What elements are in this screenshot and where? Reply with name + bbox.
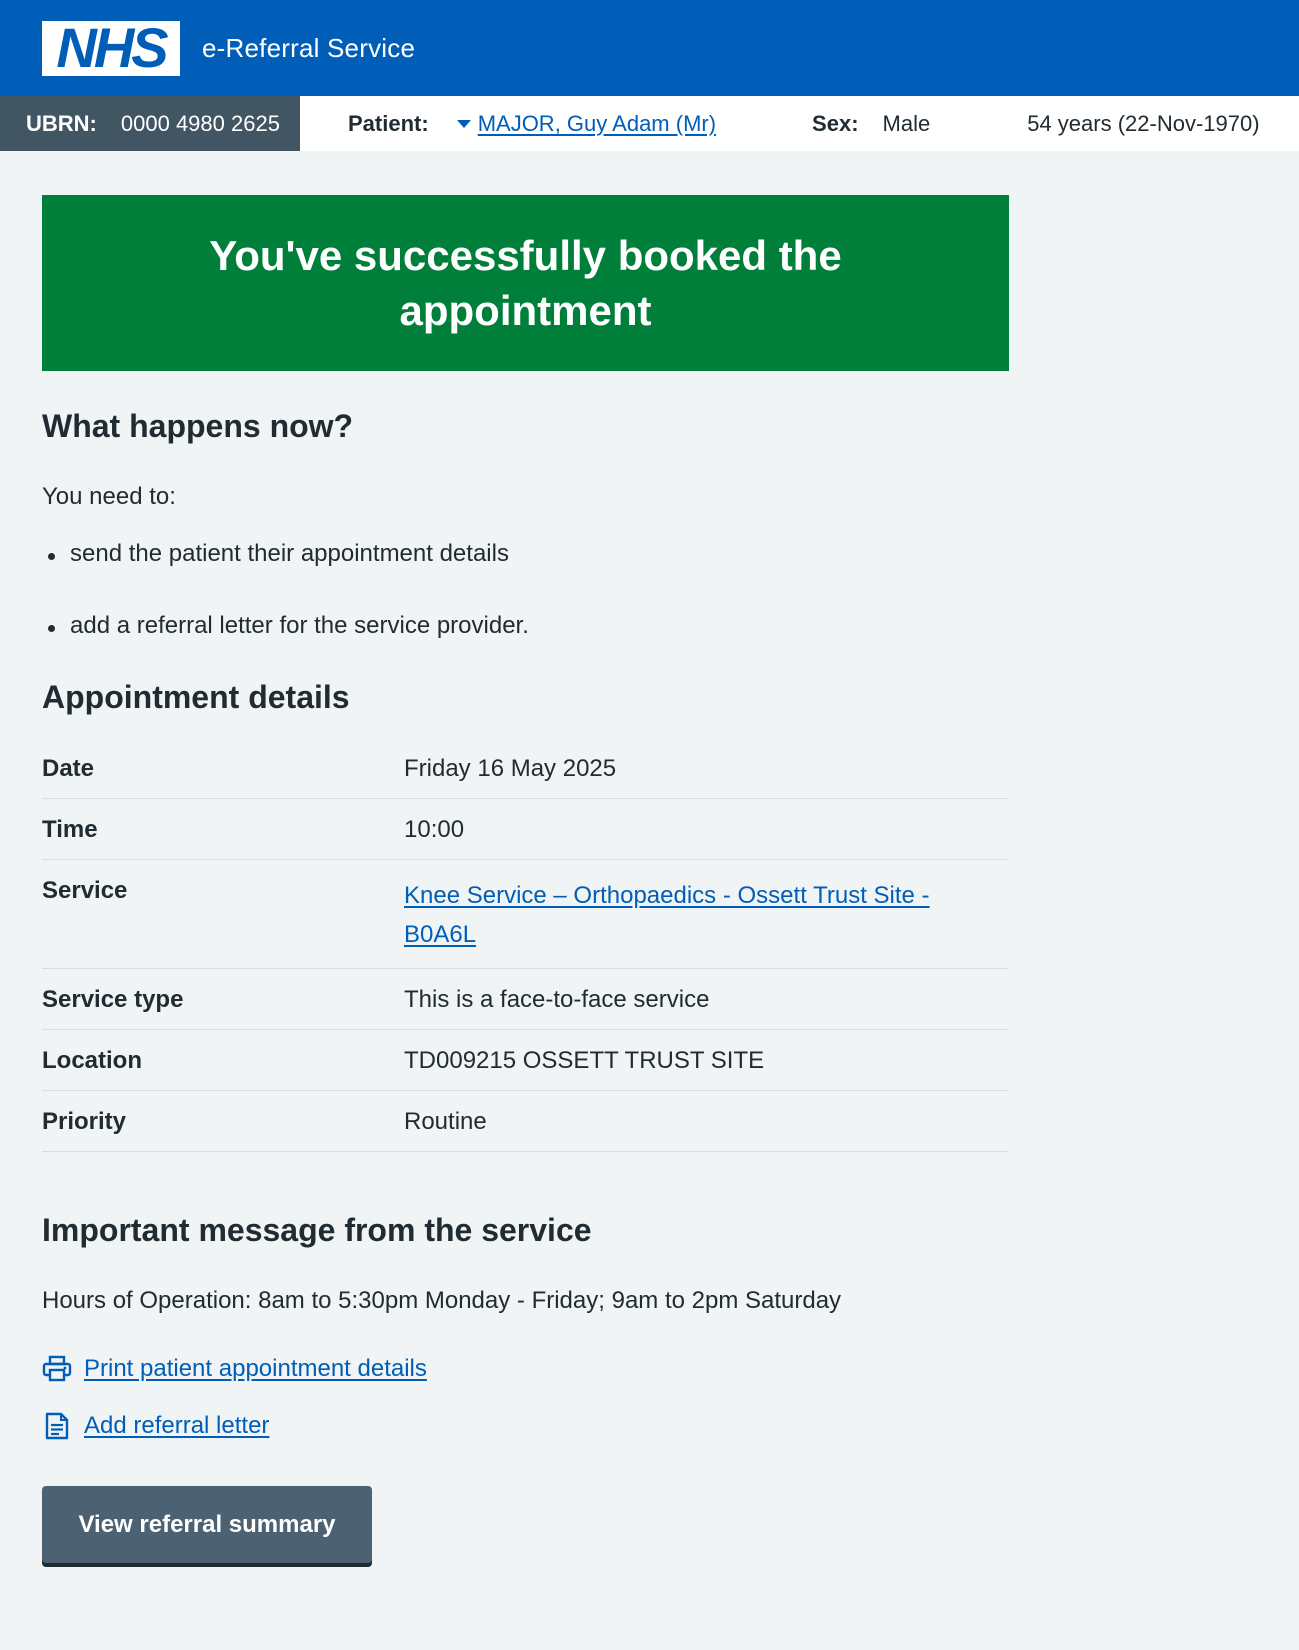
referral-letter-action: Add referral letter: [42, 1411, 1050, 1441]
row-label-location: Location: [42, 1047, 142, 1074]
sex-section: Sex: Male: [812, 111, 930, 137]
success-title: You've successfully booked the appointme…: [209, 232, 842, 334]
view-referral-summary-button[interactable]: View referral summary: [42, 1486, 372, 1563]
print-appointment-link[interactable]: Print patient appointment details: [84, 1355, 427, 1383]
success-panel: You've successfully booked the appointme…: [42, 195, 1009, 371]
row-label-service: Service: [42, 877, 128, 904]
row-label-priority: Priority: [42, 1108, 127, 1135]
patient-name-link[interactable]: MAJOR, Guy Adam (Mr): [478, 111, 716, 137]
table-row: Service Knee Service – Orthopaedics - Os…: [42, 860, 1009, 969]
nhs-logo-text: NHS: [56, 16, 168, 79]
document-icon: [45, 1412, 69, 1440]
service-name[interactable]: e-Referral Service: [202, 33, 415, 64]
table-row: Priority Routine: [42, 1091, 1009, 1152]
row-label-date: Date: [42, 755, 95, 782]
table-row: Time 10:00: [42, 799, 1009, 860]
patient-banner: UBRN: 0000 4980 2625 Patient: MAJOR, Guy…: [0, 96, 1299, 151]
row-value-time: 10:00: [404, 816, 465, 843]
row-value-service: Knee Service – Orthopaedics - Ossett Tru…: [404, 860, 1009, 969]
list-item: add a referral letter for the service pr…: [42, 611, 1050, 641]
caret-down-icon[interactable]: [456, 119, 471, 128]
next-steps-intro: You need to:: [42, 483, 176, 510]
row-value-date: Friday 16 May 2025: [404, 755, 617, 782]
ubrn-label: UBRN:: [26, 110, 97, 136]
nhs-logo[interactable]: NHS: [42, 16, 180, 79]
printer-icon: [42, 1355, 72, 1382]
row-label-time: Time: [42, 816, 98, 843]
row-value-priority: Routine: [404, 1108, 487, 1135]
add-referral-letter-link[interactable]: Add referral letter: [84, 1412, 269, 1440]
patient-age: 54 years (22-Nov-1970): [1027, 110, 1260, 136]
appointment-details-table: Date Friday 16 May 2025 Time 10:00 Servi…: [42, 754, 1009, 1152]
appointment-heading: Appointment details: [42, 679, 350, 715]
next-steps-heading: What happens now?: [42, 408, 354, 444]
service-message-heading: Important message from the service: [42, 1212, 592, 1248]
ubrn-value: 0000 4980 2625: [120, 110, 280, 136]
list-item: send the patient their appointment detai…: [42, 539, 1050, 569]
main-content: You've successfully booked the appointme…: [0, 195, 1050, 1563]
patient-label: Patient:: [348, 110, 429, 136]
sex-value: Male: [882, 110, 931, 136]
service-link[interactable]: Knee Service – Orthopaedics - Ossett Tru…: [404, 882, 930, 948]
ubrn-section: UBRN: 0000 4980 2625: [0, 96, 300, 151]
row-value-service-type: This is a face-to-face service: [404, 986, 710, 1013]
next-steps-list: send the patient their appointment detai…: [42, 539, 1050, 641]
row-label-service-type: Service type: [42, 986, 184, 1013]
print-action: Print patient appointment details: [42, 1355, 1050, 1383]
patient-section: Patient: MAJOR, Guy Adam (Mr): [348, 111, 716, 137]
table-row: Date Friday 16 May 2025: [42, 754, 1009, 799]
row-value-location: TD009215 OSSETT TRUST SITE: [404, 1047, 765, 1074]
service-message-text: Hours of Operation: 8am to 5:30pm Monday…: [42, 1287, 842, 1314]
table-row: Service type This is a face-to-face serv…: [42, 969, 1009, 1030]
site-header: NHS e-Referral Service: [0, 0, 1299, 96]
sex-label: Sex:: [812, 110, 859, 136]
table-row: Location TD009215 OSSETT TRUST SITE: [42, 1030, 1009, 1091]
